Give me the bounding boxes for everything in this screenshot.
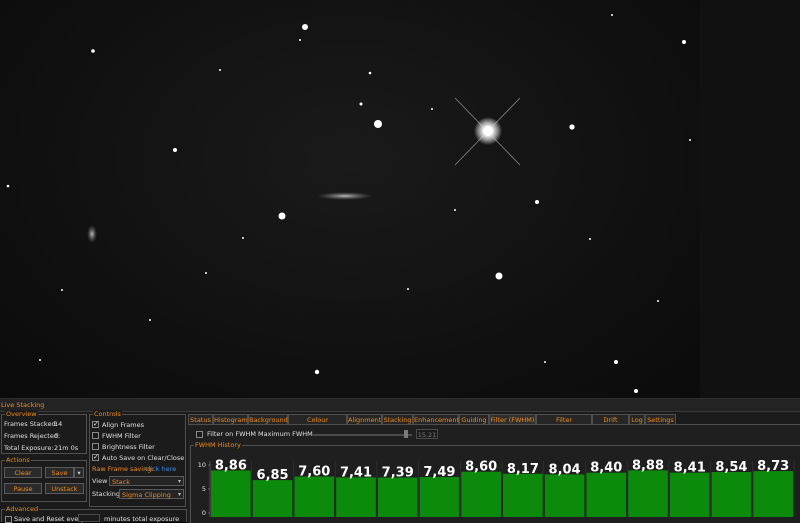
view-label: View (92, 477, 108, 485)
unstack-button[interactable]: Unstack (45, 483, 84, 494)
actions-group: Actions Clear Save ▾ Pause Unstack (1, 456, 87, 502)
max-fwhm-slider-thumb[interactable] (404, 430, 408, 438)
bar-value-label: 7,39 (382, 466, 414, 481)
bar-value-label: 8,17 (507, 462, 539, 477)
brightness-filter-checkbox[interactable] (92, 443, 99, 450)
chart-bar (211, 470, 251, 517)
overview-group: Overview Frames Stacked: 14 Frames Rejec… (1, 410, 87, 454)
chart-bar (294, 476, 335, 517)
chart-bar (461, 471, 501, 517)
total-exposure-label: Total Exposure: (4, 444, 54, 452)
align-frames-checkbox[interactable] (92, 420, 99, 428)
bar-value-label: 8,73 (757, 459, 789, 474)
max-fwhm-label: Maximum FWHM (258, 430, 313, 438)
save-reset-checkbox[interactable] (5, 516, 12, 523)
galaxy (317, 192, 373, 200)
chart-bar (336, 477, 376, 517)
view-select[interactable]: Stack ▾ (109, 476, 184, 486)
frames-rejected-label: Frames Rejected: (4, 432, 61, 440)
bar-value-label: 8,86 (215, 458, 247, 473)
clear-button[interactable]: Clear (4, 467, 42, 478)
frames-stacked-value: 14 (54, 420, 63, 428)
save-reset-label: Save and Reset every (14, 515, 85, 523)
actions-legend: Actions (5, 456, 31, 464)
y-tick-label: 10 (198, 461, 206, 469)
chart-bar (753, 471, 793, 517)
pause-button[interactable]: Pause (4, 483, 42, 494)
star-field (6, 14, 691, 393)
chart-bar (419, 477, 460, 517)
stacking-label: Stacking (92, 490, 121, 498)
chart-bar (711, 472, 752, 517)
image-viewport[interactable] (0, 0, 800, 398)
chart-bar (628, 470, 668, 517)
bar-value-label: 8,60 (465, 460, 497, 475)
stacking-select[interactable]: Sigma Clipping ▾ (119, 489, 184, 499)
max-fwhm-input[interactable]: 15.21 (416, 429, 438, 439)
auto-save-label: Auto Save on Clear/Close (102, 454, 185, 462)
panel-title: Live Stacking (1, 401, 45, 409)
filter-on-fwhm-checkbox[interactable] (196, 431, 203, 438)
chart-bar (544, 474, 585, 517)
bar-value-label: 8,04 (549, 462, 581, 477)
controls-group: Controls Align Frames FWHM Filter Bright… (89, 410, 186, 507)
fwhm-filter-checkbox[interactable] (92, 432, 99, 439)
live-stacking-panel: Live Stacking Overview Frames Stacked: 1… (0, 398, 800, 523)
stacking-select-value: Sigma Clipping (122, 491, 171, 499)
view-select-value: Stack (112, 478, 130, 486)
chart-y-ticks: 0 5 10 (198, 461, 210, 517)
controls-legend: Controls (93, 410, 122, 418)
advanced-group: Advanced Save and Reset every minutes to… (1, 505, 187, 523)
y-tick-label: 0 (202, 509, 206, 517)
bar-value-label: 6,85 (257, 468, 289, 483)
chart-bar (377, 477, 418, 517)
bar-value-label: 8,41 (674, 461, 706, 476)
bar-value-label: 7,41 (340, 465, 372, 480)
bar-value-label: 7,60 (298, 465, 330, 480)
chart-bar (503, 473, 543, 517)
filter-on-fwhm-label: Filter on FWHM (207, 430, 256, 438)
save-button[interactable]: Save (45, 467, 74, 478)
bar-value-label: 8,88 (632, 458, 664, 473)
galaxy (87, 225, 97, 243)
chart-bar (252, 480, 293, 517)
frames-rejected-value: 0 (54, 432, 59, 440)
chart-bar (586, 472, 627, 517)
overview-legend: Overview (5, 410, 38, 418)
save-reset-suffix: minutes total exposure (104, 515, 180, 523)
bar-value-label: 7,49 (423, 465, 455, 480)
save-dropdown-button[interactable]: ▾ (74, 467, 84, 478)
max-fwhm-slider[interactable] (312, 434, 412, 436)
bar-value-label: 8,40 (590, 461, 622, 476)
auto-save-checkbox[interactable] (92, 453, 99, 461)
advanced-legend: Advanced (5, 505, 40, 513)
caret-down-icon: ▾ (77, 469, 81, 477)
fwhm-history-chart: 8,86 6,85 7,60 7,41 7,39 7,49 8,60 8,17 8,04 8,40… (198, 458, 795, 517)
brightness-filter-label: Brightness Filter (102, 443, 155, 451)
chart-bar (669, 472, 710, 517)
align-frames-label: Align Frames (102, 421, 145, 429)
bar-value-label: 8,54 (715, 460, 747, 475)
raw-frame-link[interactable]: click here (145, 465, 176, 473)
bright-star (454, 97, 521, 166)
total-exposure-value: 21m 0s (54, 444, 79, 452)
frames-stacked-label: Frames Stacked: (4, 420, 58, 428)
chevron-down-icon: ▾ (177, 478, 181, 485)
fwhm-filter-label: FWHM Filter (102, 432, 141, 440)
y-tick-label: 5 (202, 485, 206, 493)
chevron-down-icon: ▾ (177, 491, 181, 498)
